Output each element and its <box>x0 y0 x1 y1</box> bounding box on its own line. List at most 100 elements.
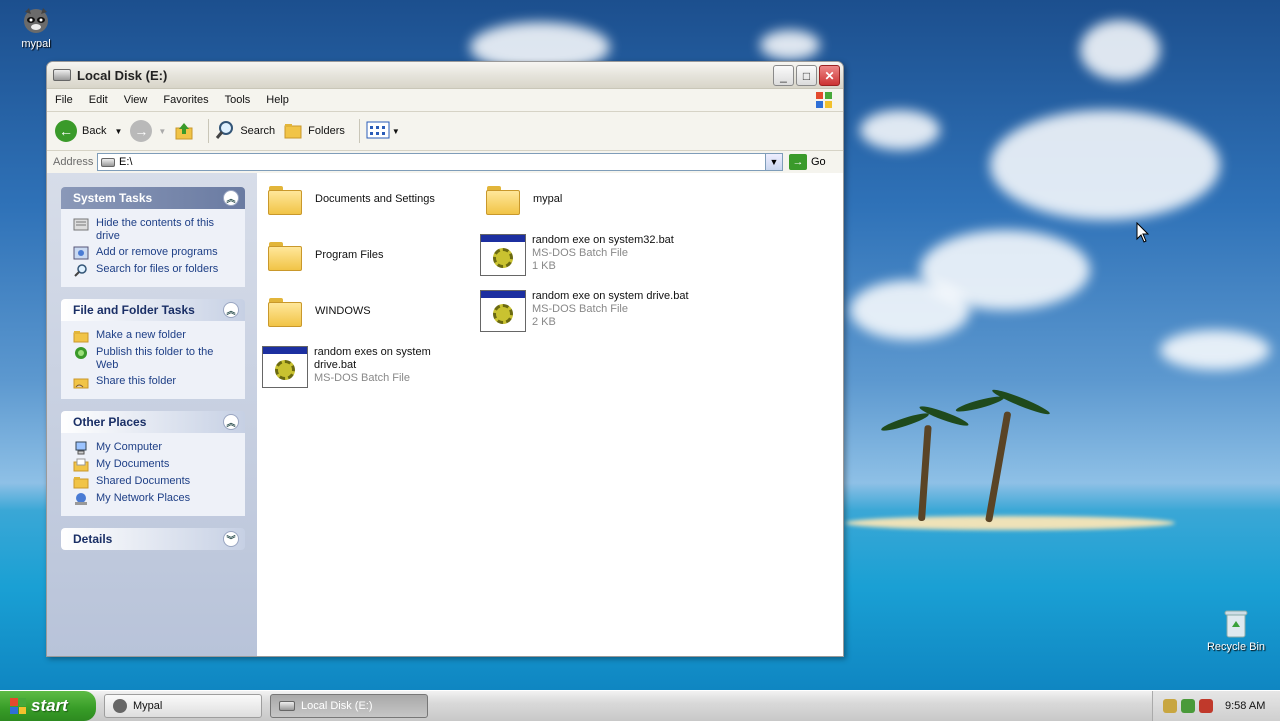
task-add-remove-programs[interactable]: Add or remove programs <box>73 246 235 260</box>
network-places-icon <box>73 492 89 506</box>
panel-title: Details <box>73 532 113 546</box>
file-name: Documents and Settings <box>315 193 435 205</box>
address-dropdown-icon[interactable]: ▼ <box>765 154 782 170</box>
menu-favorites[interactable]: Favorites <box>155 94 216 106</box>
search-button[interactable]: Search <box>215 120 275 143</box>
file-item-random-exe-system-drive[interactable]: random exe on system drive.bat MS-DOS Ba… <box>480 290 689 332</box>
menu-bar: File Edit View Favorites Tools Help <box>47 89 843 112</box>
file-name: random exe on system32.bat <box>532 234 674 246</box>
add-remove-programs-icon <box>73 246 89 260</box>
place-my-network-places[interactable]: My Network Places <box>73 492 235 506</box>
desktop-icon-mypal[interactable]: mypal <box>1 4 71 50</box>
task-pane: System Tasks ︽ Hide the contents of this… <box>47 173 257 656</box>
batch-file-icon <box>480 234 526 276</box>
file-item-random-exe-system32[interactable]: random exe on system32.bat MS-DOS Batch … <box>480 234 674 276</box>
file-type: MS-DOS Batch File <box>314 372 410 384</box>
place-my-documents[interactable]: My Documents <box>73 458 235 472</box>
go-label: Go <box>811 156 826 168</box>
batch-file-icon <box>480 290 526 332</box>
drive-icon <box>53 69 71 81</box>
collapse-chevron-icon[interactable]: ︽ <box>223 302 239 318</box>
tray-network-icon[interactable] <box>1181 699 1195 713</box>
explorer-window: Local Disk (E:) _ □ ✕ File Edit View Fav… <box>46 61 844 657</box>
file-item-random-exes-system-drive[interactable]: random exes on system drive.bat MS-DOS B… <box>262 346 444 388</box>
taskbar-button-label: Local Disk (E:) <box>301 700 373 712</box>
other-places-header[interactable]: Other Places ︽ <box>61 411 245 433</box>
forward-arrow-icon: → <box>130 120 153 142</box>
file-folder-tasks-panel: File and Folder Tasks ︽ Make a new folde… <box>61 299 245 399</box>
tray-tools-icon[interactable] <box>1163 699 1177 713</box>
panel-title: System Tasks <box>73 191 153 205</box>
file-size: 1 KB <box>532 260 556 272</box>
folders-button[interactable]: Folders <box>283 120 345 143</box>
menu-file[interactable]: File <box>47 94 81 106</box>
go-button[interactable]: → Go <box>789 154 826 170</box>
publish-web-icon <box>73 346 89 360</box>
file-type: MS-DOS Batch File <box>532 247 628 259</box>
menu-help[interactable]: Help <box>258 94 297 106</box>
my-documents-icon <box>73 458 89 472</box>
mouse-cursor-icon <box>1136 221 1150 247</box>
desktop-icon-recycle-bin[interactable]: Recycle Bin <box>1201 607 1271 653</box>
maximize-button[interactable]: □ <box>796 65 817 86</box>
menu-edit[interactable]: Edit <box>81 94 116 106</box>
minimize-button[interactable]: _ <box>773 65 794 86</box>
system-tasks-header[interactable]: System Tasks ︽ <box>61 187 245 209</box>
menu-view[interactable]: View <box>116 94 156 106</box>
toolbar-separator <box>358 119 360 143</box>
palm-leaf <box>954 393 1006 415</box>
share-folder-icon <box>73 375 89 389</box>
hide-contents-icon <box>73 217 89 231</box>
clock[interactable]: 9:58 AM <box>1225 700 1265 712</box>
file-item-mypal[interactable]: mypal <box>485 183 562 215</box>
place-my-computer[interactable]: My Computer <box>73 441 235 455</box>
drive-icon <box>101 157 115 167</box>
back-dropdown-icon[interactable]: ▼ <box>114 127 122 136</box>
address-input[interactable]: E:\ ▼ <box>97 153 783 171</box>
task-label: Make a new folder <box>96 329 186 341</box>
file-folder-tasks-header[interactable]: File and Folder Tasks ︽ <box>61 299 245 321</box>
task-share-folder[interactable]: Share this folder <box>73 375 235 389</box>
close-button[interactable]: ✕ <box>819 65 840 86</box>
start-label: start <box>31 696 68 715</box>
cloud <box>760 30 820 60</box>
forward-dropdown-icon[interactable]: ▼ <box>158 127 166 136</box>
back-label: Back <box>82 125 107 137</box>
palm-tree <box>985 411 1012 523</box>
palm-tree <box>918 424 932 522</box>
forward-button[interactable]: → ▼ <box>130 120 166 142</box>
file-item-windows[interactable]: WINDOWS <box>267 295 371 327</box>
new-folder-icon <box>73 329 89 343</box>
menu-tools[interactable]: Tools <box>217 94 259 106</box>
task-label: Add or remove programs <box>96 246 218 258</box>
collapse-chevron-icon[interactable]: ︽ <box>223 190 239 206</box>
tray-shield-icon[interactable] <box>1199 699 1213 713</box>
taskbar-button-mypal[interactable]: Mypal <box>104 694 262 718</box>
back-button[interactable]: ← Back ▼ <box>55 120 122 142</box>
task-search-files[interactable]: Search for files or folders <box>73 263 235 277</box>
views-button[interactable]: ▼ <box>366 121 400 142</box>
taskbar: start Mypal Local Disk (E:) 9:58 AM <box>0 690 1280 721</box>
task-new-folder[interactable]: Make a new folder <box>73 329 235 343</box>
file-item-program-files[interactable]: Program Files <box>267 239 383 271</box>
title-bar[interactable]: Local Disk (E:) _ □ ✕ <box>47 62 843 89</box>
task-label: Hide the contents of this drive <box>96 217 215 242</box>
taskbar-button-local-disk[interactable]: Local Disk (E:) <box>270 694 428 718</box>
window-title: Local Disk (E:) <box>77 67 168 83</box>
place-shared-documents[interactable]: Shared Documents <box>73 475 235 489</box>
windows-logo-icon <box>10 698 26 714</box>
details-panel: Details ︾ <box>61 528 245 550</box>
folder-icon <box>267 183 303 215</box>
up-folder-button[interactable] <box>174 121 194 141</box>
details-header[interactable]: Details ︾ <box>61 528 245 550</box>
desktop-icon-label: mypal <box>21 38 51 50</box>
expand-chevron-icon[interactable]: ︾ <box>223 531 239 547</box>
shared-documents-icon <box>73 475 89 489</box>
collapse-chevron-icon[interactable]: ︽ <box>223 414 239 430</box>
back-arrow-icon: ← <box>55 120 77 142</box>
task-hide-contents[interactable]: Hide the contents of this drive <box>73 217 235 243</box>
start-button[interactable]: start <box>0 691 96 721</box>
island-sand <box>845 516 1175 530</box>
file-item-documents-and-settings[interactable]: Documents and Settings <box>267 183 435 215</box>
task-publish-web[interactable]: Publish this folder to the Web <box>73 346 235 372</box>
